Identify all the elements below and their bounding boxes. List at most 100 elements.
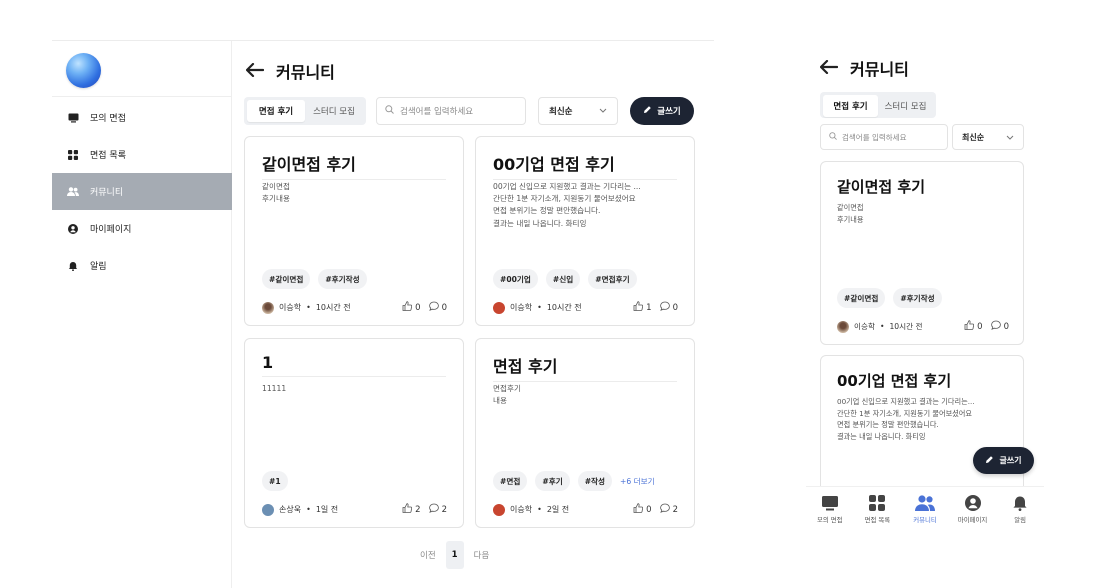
sort-selected-label: 최신순 bbox=[549, 107, 573, 117]
post-card[interactable]: 면접 후기 면접후기 내용 #면접 #후기 #작성 +6 더보기 이승학 • 2… bbox=[475, 338, 695, 528]
comment-icon[interactable] bbox=[428, 503, 439, 516]
nav-item-label: 알림 bbox=[1014, 516, 1027, 524]
post-card[interactable]: 00기업 면접 후기 00기업 신입으로 지원했고 결과는 기다리는 ... 간… bbox=[475, 136, 695, 326]
post-tags: #00기업 #신입 #면접후기 bbox=[493, 269, 637, 289]
post-body: 00기업 신입으로 지원했고 결과는 기다리는 ... 간단한 1분 자기소개,… bbox=[493, 182, 641, 228]
tag-chip[interactable]: #면접 bbox=[493, 471, 528, 491]
tag-chip[interactable]: #후기 bbox=[535, 471, 570, 491]
back-arrow-icon[interactable] bbox=[819, 59, 839, 78]
post-author: 이승학 • 10시간 전 bbox=[262, 301, 351, 314]
sidebar-item-interview-list[interactable]: 면접 목록 bbox=[52, 136, 231, 173]
post-meta: 이승학 • 10시간 전 0 0 bbox=[837, 320, 1009, 333]
comment-icon[interactable] bbox=[659, 503, 670, 516]
page-number-current[interactable]: 1 bbox=[445, 541, 464, 569]
tag-chip[interactable]: #00기업 bbox=[493, 269, 538, 289]
comment-icon[interactable] bbox=[659, 301, 670, 314]
prev-page-button[interactable]: 이전 bbox=[420, 549, 436, 561]
separator-dot: • bbox=[537, 303, 542, 312]
sidebar-item-mypage[interactable]: 마이페이지 bbox=[52, 210, 231, 247]
post-card[interactable]: 같이면접 후기 같이면접 후기내용 #같이면접 #후기작성 이승학 • 10시간… bbox=[244, 136, 464, 326]
tag-chip[interactable]: #신입 bbox=[545, 269, 581, 289]
tag-chip[interactable]: #같이면접 bbox=[262, 269, 311, 289]
thumbs-up-icon[interactable] bbox=[964, 320, 975, 333]
thumbs-up-icon[interactable] bbox=[402, 301, 413, 314]
desktop-view: 모의 면접 면접 목록 커뮤니티 마이페이지 알림 커뮤니티 면접 후기 스터디… bbox=[52, 40, 714, 588]
search-input[interactable]: 검색어를 입력하세요 bbox=[376, 97, 526, 125]
tab-study-recruit[interactable]: 스터디 모집 bbox=[305, 100, 363, 122]
tag-chip[interactable]: #같이면접 bbox=[837, 288, 886, 308]
chevron-down-icon bbox=[1006, 133, 1014, 142]
user-circle-icon bbox=[66, 222, 80, 236]
like-count: 0 bbox=[646, 504, 652, 515]
post-card[interactable]: 같이면접 후기 같이면접 후기내용 #같이면접 #후기작성 이승학 • 10시간… bbox=[820, 161, 1024, 345]
nav-item-interview-list[interactable]: 면접 목록 bbox=[854, 495, 900, 524]
more-tags-link[interactable]: +6 더보기 bbox=[620, 476, 655, 487]
post-stats: 0 2 bbox=[633, 503, 678, 516]
nav-item-label: 모의 면접 bbox=[817, 516, 843, 524]
users-icon bbox=[66, 185, 80, 199]
avatar bbox=[837, 320, 849, 333]
write-button[interactable]: 글쓰기 bbox=[630, 97, 694, 125]
comment-count: 0 bbox=[441, 302, 447, 313]
post-time: 10시간 전 bbox=[889, 322, 923, 331]
next-page-button[interactable]: 다음 bbox=[474, 549, 490, 561]
page-header: 커뮤니티 bbox=[245, 59, 335, 83]
tab-study-recruit[interactable]: 스터디 모집 bbox=[878, 95, 933, 117]
post-body: 같이면접 후기내용 bbox=[837, 203, 864, 224]
thumbs-up-icon[interactable] bbox=[633, 503, 644, 516]
tag-chip[interactable]: #1 bbox=[262, 471, 288, 491]
search-input[interactable]: 검색어를 입력하세요 bbox=[820, 124, 948, 150]
comment-count: 0 bbox=[672, 302, 678, 313]
post-stats: 0 0 bbox=[964, 320, 1009, 333]
sort-select[interactable]: 최신순 bbox=[952, 124, 1024, 150]
avatar bbox=[493, 503, 505, 516]
tag-chip[interactable]: #면접후기 bbox=[588, 269, 637, 289]
sidebar-item-label: 커뮤니티 bbox=[90, 188, 124, 198]
app-logo[interactable] bbox=[66, 53, 101, 88]
sidebar-item-mock-interview[interactable]: 모의 면접 bbox=[52, 99, 231, 136]
thumbs-up-icon[interactable] bbox=[633, 301, 644, 314]
user-circle-icon bbox=[964, 495, 981, 513]
post-meta: 손상욱 • 1일 전 2 2 bbox=[262, 503, 447, 516]
post-author: 이승학 • 10시간 전 bbox=[493, 301, 582, 314]
avatar bbox=[493, 301, 505, 314]
tag-chip[interactable]: #후기작성 bbox=[893, 288, 942, 308]
sort-select[interactable]: 최신순 bbox=[538, 97, 618, 125]
nav-item-community[interactable]: 커뮤니티 bbox=[902, 495, 948, 524]
post-tags: #같이면접 #후기작성 bbox=[262, 269, 367, 289]
sidebar-item-label: 알림 bbox=[90, 262, 107, 272]
back-arrow-icon[interactable] bbox=[245, 62, 265, 81]
tag-chip[interactable]: #후기작성 bbox=[318, 269, 367, 289]
thumbs-up-icon[interactable] bbox=[402, 503, 413, 516]
post-tags: #면접 #후기 #작성 +6 더보기 bbox=[493, 471, 655, 491]
avatar bbox=[262, 503, 274, 516]
post-body: 00기업 신입으로 지원했고 결과는 기다리는... 간단한 1분 자기소개, … bbox=[837, 397, 975, 441]
author-name: 이승학 bbox=[279, 303, 302, 312]
like-count: 2 bbox=[415, 504, 421, 515]
comment-count: 2 bbox=[441, 504, 447, 515]
nav-item-notifications[interactable]: 알림 bbox=[997, 495, 1043, 524]
tag-chip[interactable]: #작성 bbox=[577, 471, 613, 491]
tab-interview-review[interactable]: 면접 후기 bbox=[247, 100, 305, 122]
nav-item-mypage[interactable]: 마이페이지 bbox=[950, 495, 996, 524]
nav-item-label: 마이페이지 bbox=[957, 516, 988, 524]
bell-icon bbox=[1012, 495, 1028, 513]
category-tabs: 면접 후기 스터디 모집 bbox=[244, 97, 366, 125]
sidebar-item-label: 면접 목록 bbox=[90, 151, 126, 161]
comment-icon[interactable] bbox=[990, 320, 1001, 333]
tab-interview-review[interactable]: 면접 후기 bbox=[823, 95, 878, 117]
post-card[interactable]: 1 11111 #1 손상욱 • 1일 전 2 2 bbox=[244, 338, 464, 528]
post-author: 이승학 • 10시간 전 bbox=[837, 320, 923, 333]
write-button[interactable]: 글쓰기 bbox=[973, 447, 1034, 474]
post-stats: 2 2 bbox=[402, 503, 447, 516]
nav-item-mock-interview[interactable]: 모의 면접 bbox=[807, 495, 853, 524]
sidebar-item-community[interactable]: 커뮤니티 bbox=[52, 173, 232, 210]
avatar bbox=[262, 301, 274, 314]
separator-dot: • bbox=[306, 505, 311, 514]
comment-icon[interactable] bbox=[428, 301, 439, 314]
separator-dot: • bbox=[537, 505, 542, 514]
search-placeholder: 검색어를 입력하세요 bbox=[400, 107, 474, 117]
post-time: 10시간 전 bbox=[315, 303, 351, 312]
author-name: 손상욱 bbox=[279, 505, 302, 514]
sidebar-item-notifications[interactable]: 알림 bbox=[52, 247, 231, 284]
